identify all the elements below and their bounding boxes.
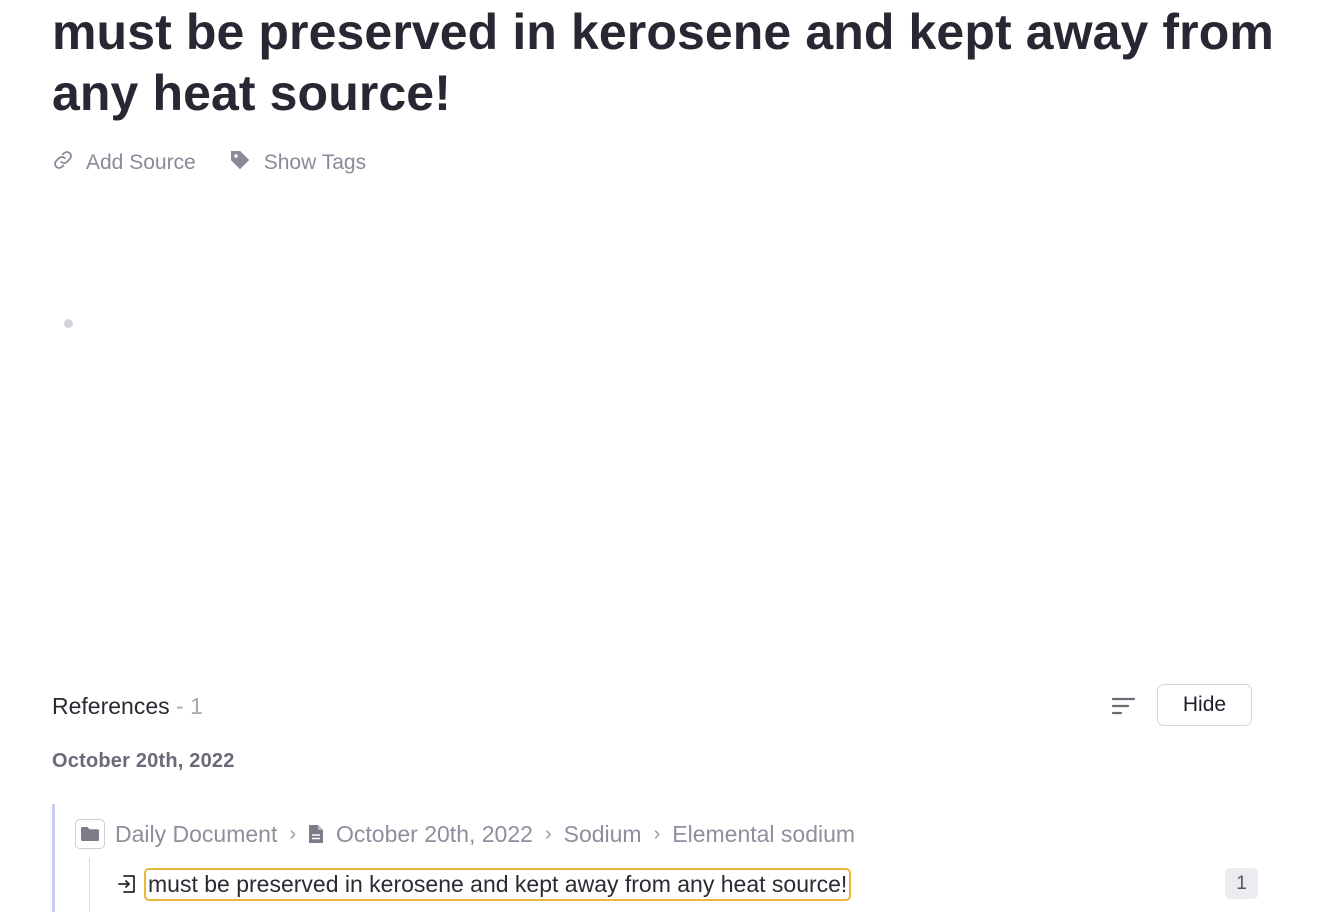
show-tags-button[interactable]: Show Tags	[228, 148, 366, 178]
reference-block: must be preserved in kerosene and kept a…	[116, 866, 852, 902]
enter-icon[interactable]	[116, 873, 138, 895]
document-icon	[308, 824, 324, 844]
references-label: References	[52, 693, 170, 719]
reference-date-heading[interactable]: October 20th, 2022	[52, 750, 235, 773]
breadcrumb-item-daily-document[interactable]: Daily Document	[115, 821, 277, 848]
show-tags-label: Show Tags	[263, 151, 367, 174]
reference-block-text[interactable]: must be preserved in kerosene and kept a…	[144, 867, 852, 901]
breadcrumb-separator: ›	[653, 822, 661, 845]
block-indent-line	[89, 858, 90, 912]
page-meta-actions: Add Source Show Tags	[52, 146, 398, 180]
page: must be preserved in kerosene and kept a…	[0, 0, 1330, 922]
folder-icon[interactable]	[75, 819, 105, 849]
references-count: - 1	[169, 693, 203, 719]
breadcrumb-item-date[interactable]: October 20th, 2022	[336, 821, 533, 848]
breadcrumb-separator: ›	[544, 822, 552, 845]
reference-count-badge[interactable]: 1	[1225, 868, 1258, 899]
tag-icon	[228, 148, 264, 178]
add-source-button[interactable]: Add Source	[52, 149, 196, 177]
add-source-label: Add Source	[86, 151, 196, 174]
link-icon	[52, 149, 86, 177]
page-title[interactable]: must be preserved in kerosene and kept a…	[52, 2, 1292, 124]
reference-group-bar	[52, 804, 55, 912]
sort-icon[interactable]	[1110, 694, 1138, 718]
references-header: References - 1	[52, 688, 203, 724]
breadcrumb-separator: ›	[289, 822, 297, 845]
breadcrumb-item-elemental-sodium[interactable]: Elemental sodium	[672, 821, 855, 848]
hide-references-button[interactable]: Hide	[1157, 684, 1252, 726]
breadcrumb: Daily Document › October 20th, 2022 › So…	[75, 816, 855, 852]
empty-block-bullet[interactable]	[64, 319, 73, 328]
breadcrumb-item-sodium[interactable]: Sodium	[564, 821, 642, 848]
